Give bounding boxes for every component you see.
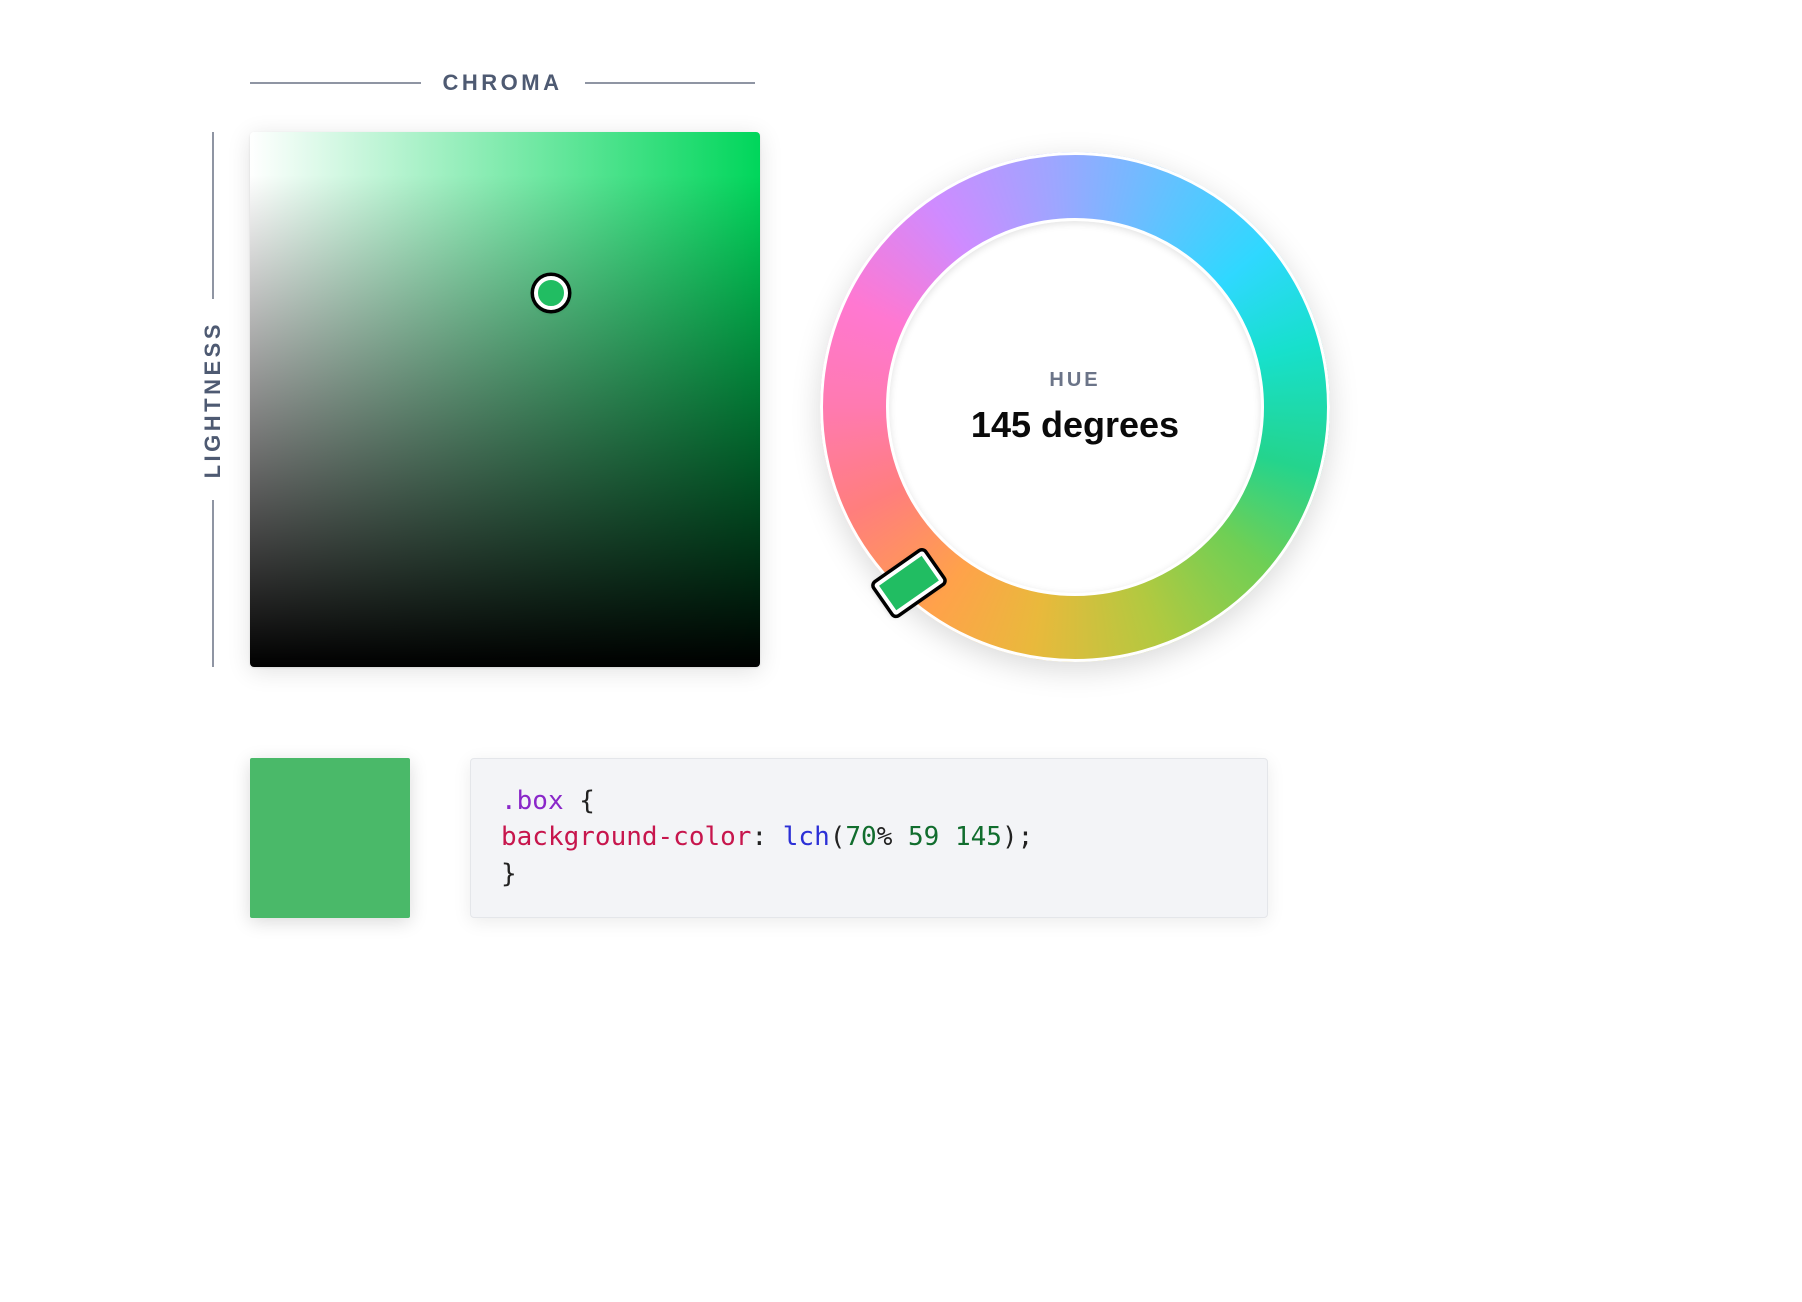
lc-gradient: [250, 132, 760, 667]
token-brace-close: }: [501, 859, 517, 889]
token-lightness-value: 70: [845, 822, 876, 852]
token-space: [892, 822, 908, 852]
axis-rule: [585, 82, 756, 83]
token-space: [939, 822, 955, 852]
axis-rule: [250, 82, 421, 83]
code-line-2: background-color: lch(70% 59 145);: [501, 819, 1237, 855]
token-function: lch: [783, 822, 830, 852]
lightness-axis-label: LIGHTNESS: [198, 132, 228, 667]
hue-wheel[interactable]: HUE 145 degrees: [820, 152, 1330, 662]
token-percent: %: [877, 822, 893, 852]
lc-color-field[interactable]: [250, 132, 760, 667]
axis-rule: [212, 132, 213, 299]
token-property: background-color: [501, 822, 751, 852]
lightness-label-text: LIGHTNESS: [200, 321, 226, 478]
code-line-1: .box {: [501, 783, 1237, 819]
token-lparen: (: [830, 822, 846, 852]
token-chroma-value: 59: [908, 822, 939, 852]
token-brace-open: {: [564, 786, 595, 816]
result-swatch: [250, 758, 410, 918]
hue-readout: HUE 145 degrees: [886, 218, 1264, 596]
token-semicolon: ;: [1018, 822, 1034, 852]
token-selector: .box: [501, 786, 564, 816]
chroma-label-text: CHROMA: [443, 70, 563, 96]
hue-label-text: HUE: [1049, 369, 1100, 392]
css-code-snippet: .box { background-color: lch(70% 59 145)…: [470, 758, 1268, 918]
chroma-axis-label: CHROMA: [250, 70, 755, 96]
token-hue-value: 145: [955, 822, 1002, 852]
axis-rule: [212, 500, 213, 667]
lc-picker-handle[interactable]: [534, 276, 568, 310]
hue-value-text: 145 degrees: [971, 404, 1179, 446]
token-rparen: ): [1002, 822, 1018, 852]
token-colon: :: [751, 822, 782, 852]
code-line-3: }: [501, 856, 1237, 892]
